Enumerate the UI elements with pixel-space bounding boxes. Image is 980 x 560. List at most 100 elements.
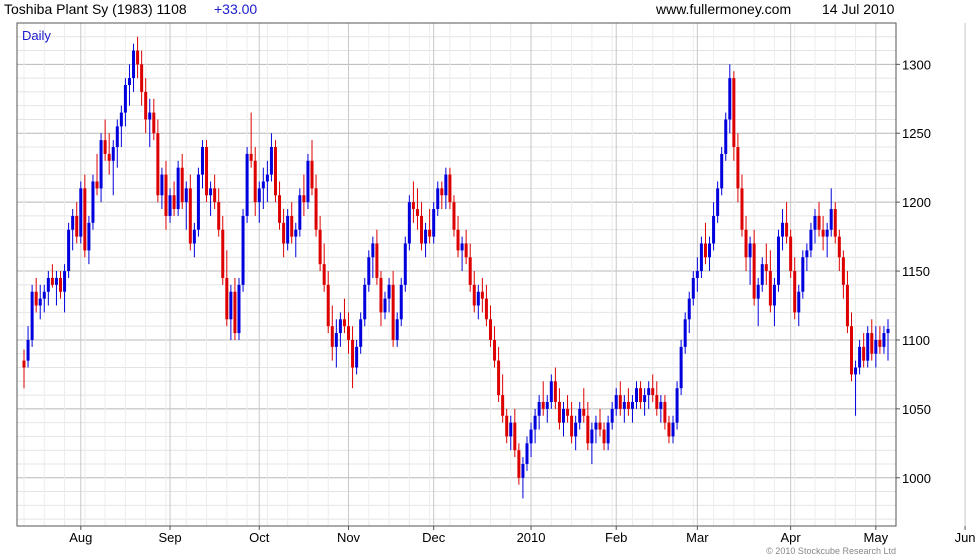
y-tick-label: 1050: [902, 402, 931, 417]
bar-body: [71, 215, 75, 230]
bar-body: [172, 195, 176, 210]
bar-body: [342, 319, 346, 327]
price-bar: [444, 167, 448, 210]
price-bar: [606, 415, 610, 451]
bar-body: [703, 243, 707, 258]
bar-body: [813, 215, 817, 230]
price-bar: [667, 415, 671, 444]
bar-body: [176, 167, 180, 210]
bar-body: [854, 367, 858, 375]
bar-body: [695, 271, 699, 278]
price-bar: [257, 181, 261, 223]
y-tick-label: 1000: [902, 471, 931, 486]
bar-body: [675, 388, 679, 423]
bar-body: [801, 257, 805, 292]
bar-body: [420, 215, 424, 244]
price-bar: [497, 346, 501, 402]
bar-body: [752, 243, 756, 299]
bar-body: [521, 463, 525, 478]
bar-body: [805, 250, 809, 258]
bar-body: [148, 112, 152, 120]
period-label: Daily: [22, 28, 51, 43]
price-bar: [22, 349, 26, 389]
price-bar: [383, 291, 387, 320]
price-bar: [549, 374, 553, 409]
bar-body: [679, 346, 683, 389]
price-bar: [192, 222, 196, 258]
price-bar: [862, 333, 866, 368]
price-bar: [793, 257, 797, 320]
price-bar: [420, 202, 424, 251]
price-bar: [703, 222, 707, 265]
bar-body: [541, 401, 545, 409]
bar-body: [387, 284, 391, 299]
price-bar: [355, 339, 359, 375]
bar-body: [261, 181, 265, 189]
bar-body: [245, 153, 249, 216]
bar-body: [728, 78, 732, 120]
bar-body: [797, 291, 801, 313]
bar-body: [156, 133, 160, 196]
bar-body: [184, 188, 188, 203]
price-bar: [351, 326, 355, 389]
price-bar: [683, 312, 687, 354]
price-bar: [152, 98, 156, 141]
price-bar: [768, 250, 772, 313]
bar-body: [829, 209, 833, 230]
price-bar: [99, 133, 103, 203]
bar-body: [886, 328, 890, 334]
price-bar: [326, 271, 330, 334]
price-bar: [728, 64, 732, 134]
price-bar: [34, 277, 38, 313]
grid-lines: [17, 23, 966, 526]
price-bar: [156, 119, 160, 203]
y-tick-label: 1200: [902, 195, 931, 210]
bar-body: [38, 298, 42, 306]
price-bar: [691, 271, 695, 306]
x-tick-label: 2010: [517, 530, 546, 545]
bar-body: [298, 195, 302, 230]
price-bar: [716, 181, 720, 223]
bar-body: [95, 181, 99, 189]
bar-body: [525, 443, 529, 464]
bar-body: [622, 401, 626, 409]
bar-body: [282, 222, 286, 244]
bar-body: [440, 188, 444, 196]
price-bar: [533, 408, 537, 444]
bar-body: [582, 408, 586, 416]
price-bar: [858, 339, 862, 375]
price-bar: [367, 250, 371, 292]
y-tick-label: 1250: [902, 126, 931, 141]
price-bar: [188, 174, 192, 251]
bar-body: [192, 229, 196, 244]
price-bar: [639, 381, 643, 409]
price-bar: [387, 277, 391, 313]
bar-body: [407, 202, 411, 244]
price-bar: [399, 277, 403, 327]
price-bar: [436, 181, 440, 216]
price-bar: [79, 181, 83, 244]
price-bar: [513, 408, 517, 458]
price-bar: [825, 222, 829, 258]
x-tick-label: Aug: [69, 530, 92, 545]
bar-body: [310, 160, 314, 189]
bar-body: [484, 298, 488, 320]
bar-body: [845, 284, 849, 327]
price-bar: [448, 167, 452, 210]
bar-body: [687, 298, 691, 320]
bar-body: [635, 388, 639, 402]
price-bar: [391, 271, 395, 347]
price-bar: [59, 271, 63, 299]
price-bar: [338, 312, 342, 347]
price-bar: [752, 229, 756, 306]
bar-body: [606, 422, 610, 444]
price-bar: [675, 381, 679, 430]
bar-body: [760, 264, 764, 285]
bar-body: [391, 284, 395, 340]
bar-body: [87, 222, 91, 251]
bar-body: [772, 284, 776, 306]
bar-body: [553, 381, 557, 402]
price-bar: [468, 243, 472, 292]
price-bar: [379, 271, 383, 327]
x-tick-label: Apr: [781, 530, 802, 545]
